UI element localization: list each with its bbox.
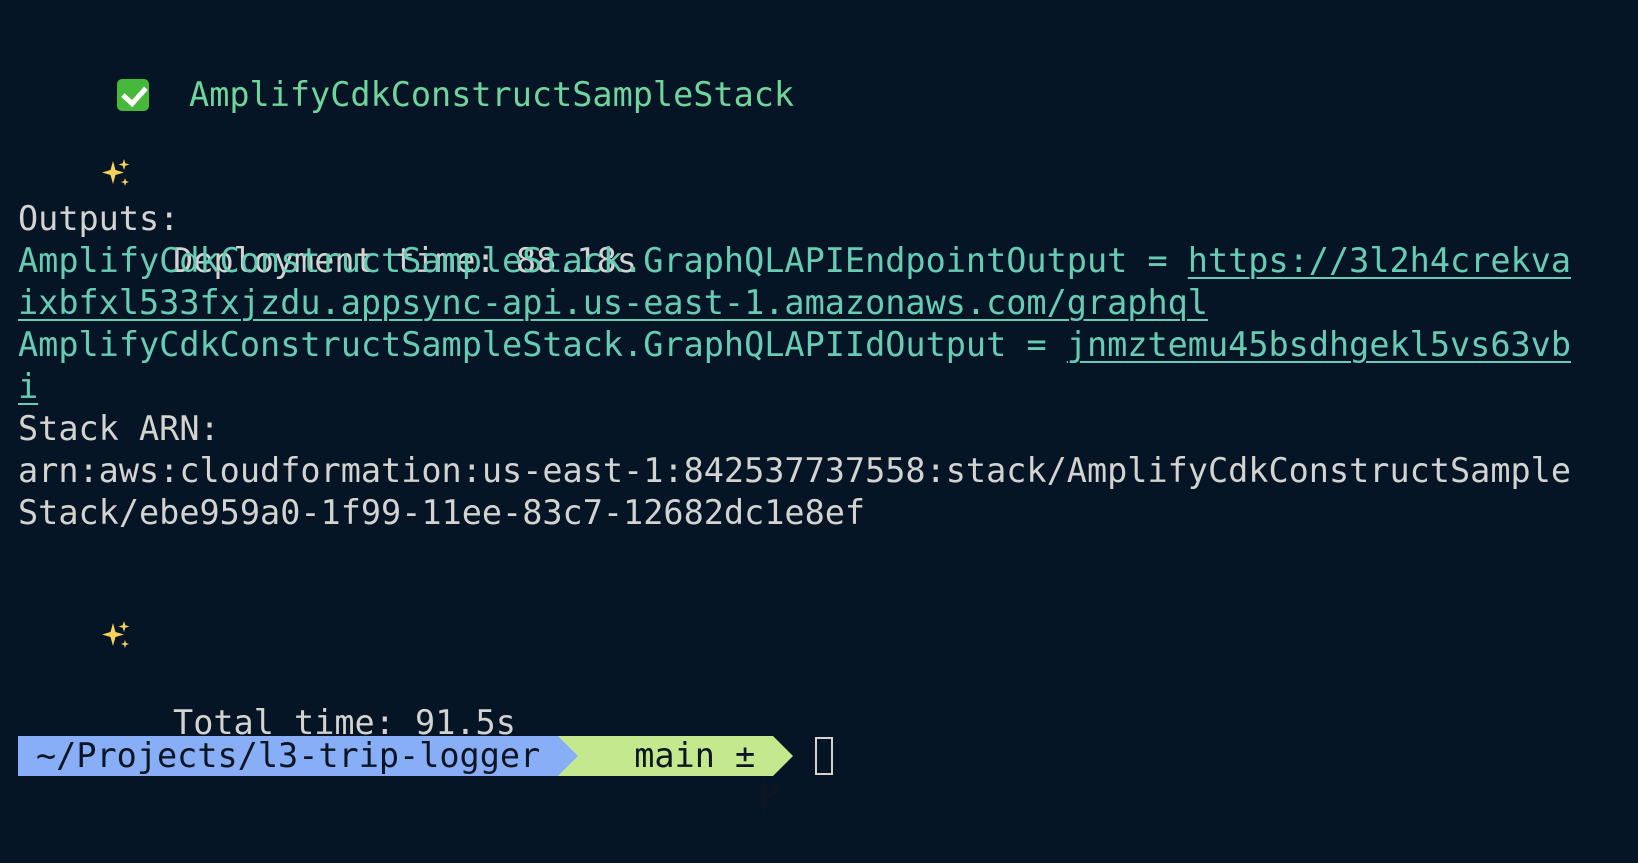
prompt-branch-segment: main ± — [578, 736, 782, 812]
endpoint-url-link[interactable]: https://3l2h4crekva — [1188, 241, 1571, 280]
sparkles-icon — [99, 157, 133, 191]
prompt-end-arrow — [773, 736, 794, 776]
output-endpoint-line: AmplifyCdkConstructSampleStack.GraphQLAP… — [18, 239, 1571, 283]
terminal-window[interactable]: AmplifyCdkConstructSampleStack Deploymen… — [0, 0, 1638, 812]
output-api-id-line: AmplifyCdkConstructSampleStack.GraphQLAP… — [18, 323, 1571, 367]
stack-arn-value: arn:aws:cloudformation:us-east-1:8425377… — [18, 451, 1571, 490]
stack-deploy-status-line: AmplifyCdkConstructSampleStack — [36, 29, 794, 114]
prompt-branch-name: main ± — [634, 736, 756, 775]
prompt-path-segment: ~/Projects/l3-trip-logger — [18, 736, 559, 776]
output-endpoint-line-continued: ixbfxl533fxjzdu.appsync-api.us-east-1.am… — [18, 281, 1208, 325]
output-key: AmplifyCdkConstructSampleStack.GraphQLAP… — [18, 325, 1007, 364]
outputs-label: Outputs: — [18, 199, 180, 238]
prompt-separator-arrow — [558, 736, 579, 776]
output-separator: = — [1127, 241, 1188, 280]
stack-name: AmplifyCdkConstructSampleStack — [189, 75, 795, 114]
check-mark-icon — [116, 79, 149, 111]
sparkles-icon — [99, 619, 133, 653]
shell-prompt: ~/Projects/l3-trip-logger main ± — [18, 736, 834, 812]
output-separator: = — [1006, 325, 1067, 364]
endpoint-url-link-continued[interactable]: ixbfxl533fxjzdu.appsync-api.us-east-1.am… — [18, 283, 1208, 322]
output-key: AmplifyCdkConstructSampleStack.GraphQLAP… — [18, 241, 1128, 280]
output-api-id-line-continued: i — [18, 365, 38, 409]
total-time-line: Total time: 91.5s — [18, 575, 516, 742]
terminal-cursor[interactable] — [815, 737, 834, 775]
deployment-time-line: Deployment time: 88.18s — [18, 113, 637, 280]
stack-arn-value-continued: Stack/ebe959a0-1f99-11ee-83c7-12682dc1e8… — [18, 493, 866, 532]
api-id-link[interactable]: jnmztemu45bsdhgekl5vs63vb — [1067, 325, 1571, 364]
stack-arn-label: Stack ARN: — [18, 409, 220, 448]
git-branch-icon — [596, 738, 782, 812]
api-id-link-continued[interactable]: i — [18, 367, 38, 406]
